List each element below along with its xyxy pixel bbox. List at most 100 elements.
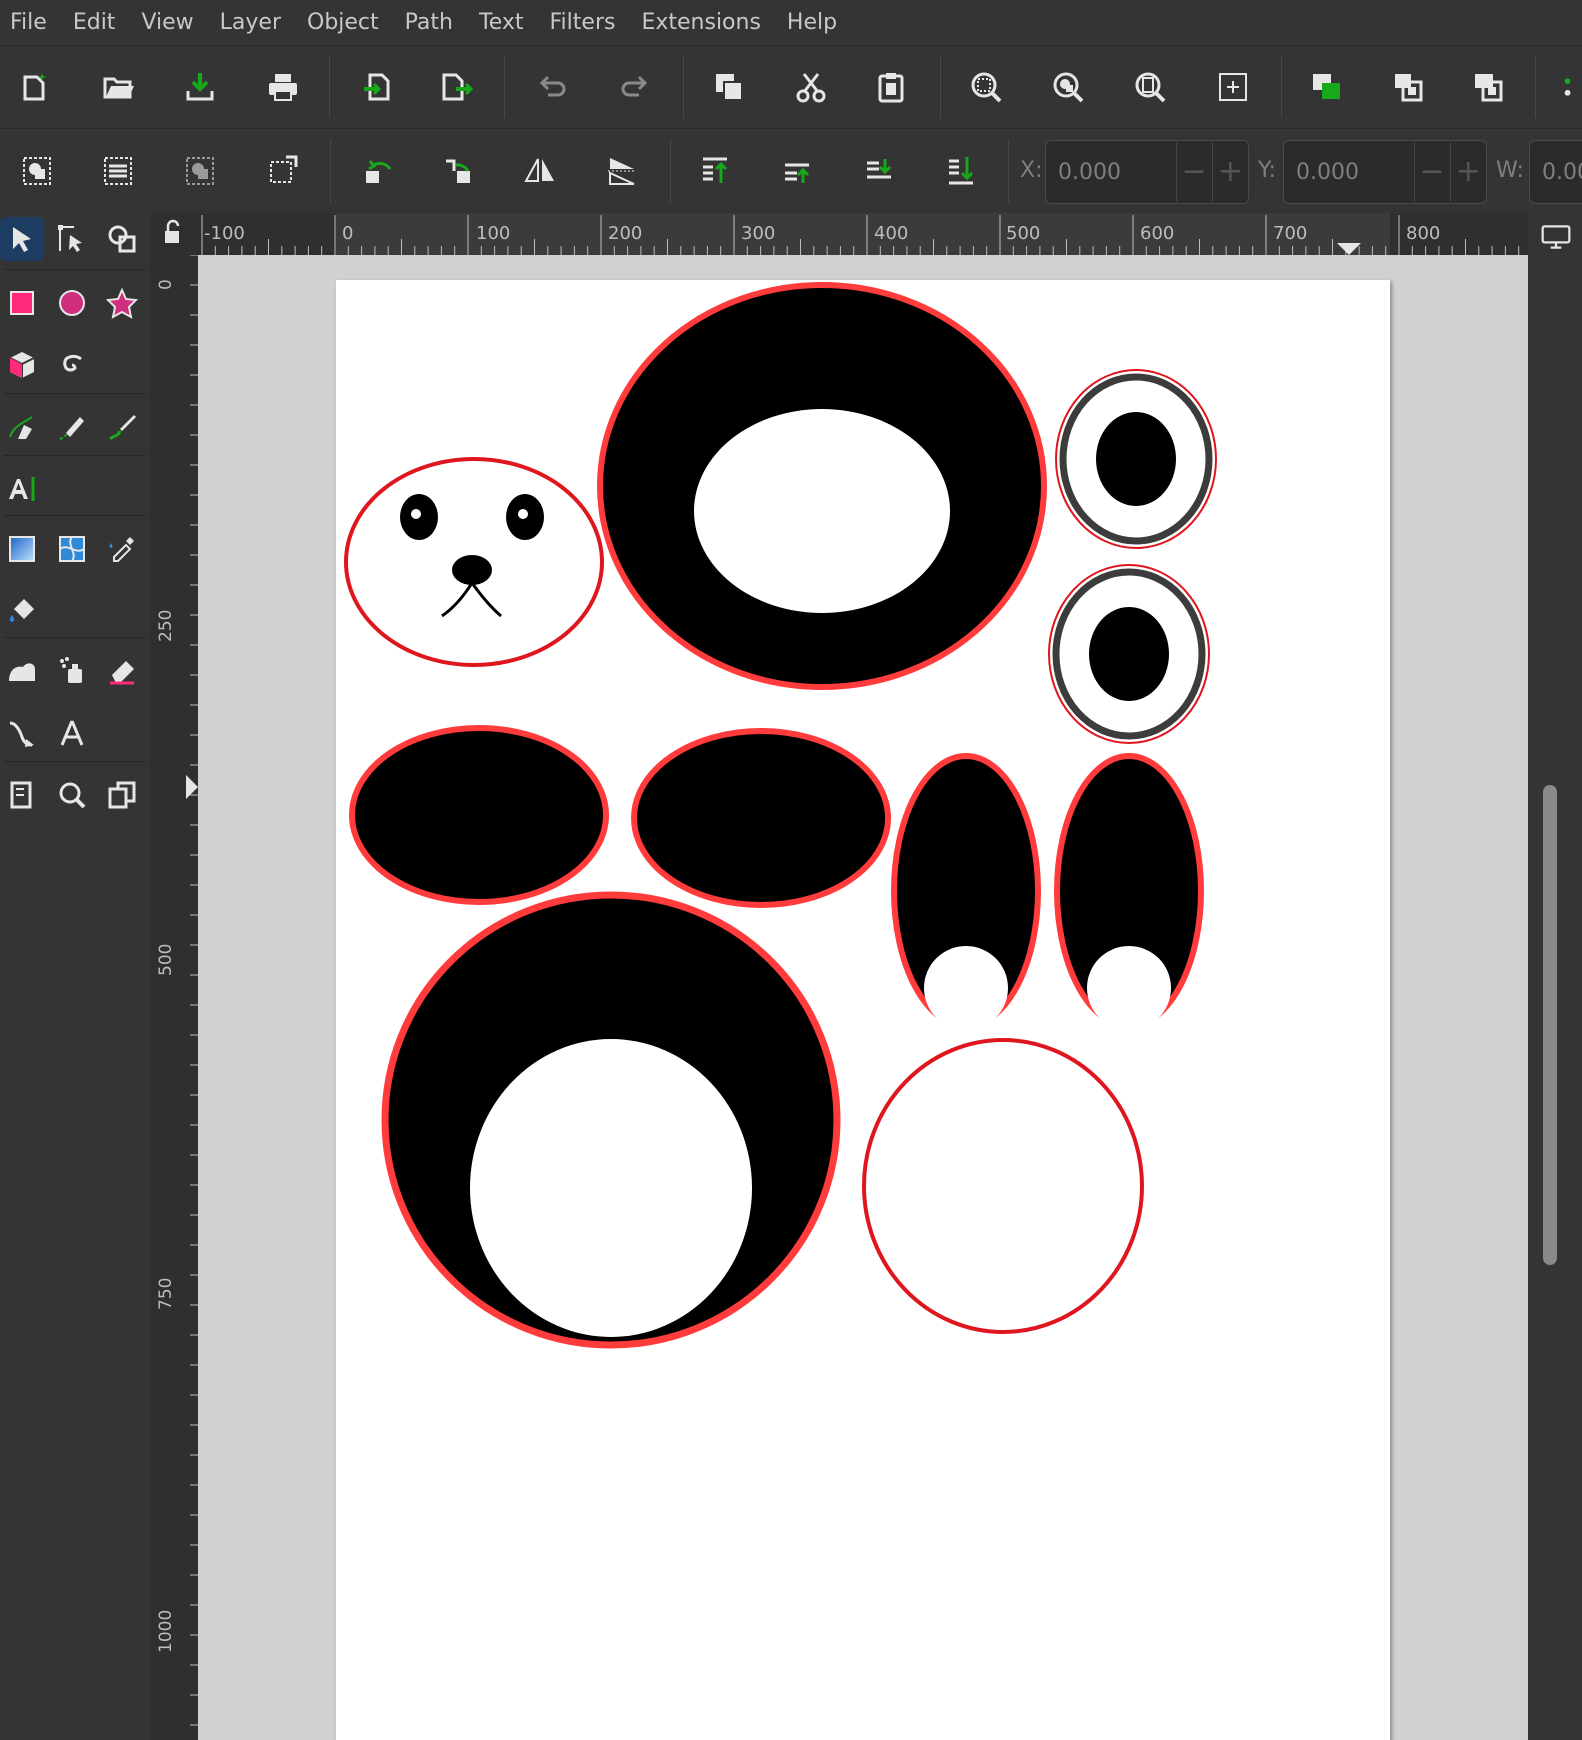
deselect-button[interactable] [178, 149, 222, 193]
select-all-layers-icon [104, 157, 132, 185]
select-all-layers-button[interactable] [96, 149, 140, 193]
cut-button[interactable] [789, 65, 833, 109]
calligraphy-tool[interactable] [100, 405, 144, 449]
x-increment[interactable]: + [1211, 142, 1248, 202]
x-field[interactable]: 0.000 − + [1045, 140, 1249, 204]
y-increment[interactable]: + [1449, 142, 1486, 202]
menu-view[interactable]: View [131, 0, 209, 45]
select-all-button[interactable] [15, 149, 59, 193]
paste-button[interactable] [869, 65, 913, 109]
zoom-fit-button[interactable] [1211, 65, 1255, 109]
rotate-ccw-button[interactable] [356, 149, 400, 193]
tweak-objects-tool[interactable] [0, 649, 44, 693]
print-button[interactable] [261, 65, 305, 109]
open-button[interactable] [96, 65, 140, 109]
save-button[interactable] [178, 65, 222, 109]
lower-to-bottom-button[interactable] [939, 149, 983, 193]
zoom-selection-button[interactable] [964, 65, 1008, 109]
export-button[interactable] [434, 65, 478, 109]
cut-icon [796, 73, 826, 103]
3d-box-tool[interactable] [0, 343, 44, 387]
face-shape[interactable] [344, 457, 604, 667]
shape-builder-icon [108, 225, 136, 253]
paint-bucket-tool[interactable] [0, 589, 44, 633]
zoom-page-button[interactable] [1128, 65, 1172, 109]
menu-text[interactable]: Text [469, 0, 540, 45]
tweak-tool[interactable] [100, 217, 144, 261]
node-tool[interactable] [50, 217, 94, 261]
ruler-position-marker-icon [1337, 243, 1361, 255]
menu-path[interactable]: Path [395, 0, 469, 45]
redo-icon [621, 75, 648, 97]
lower-button[interactable] [857, 149, 901, 193]
ear-shape[interactable] [631, 728, 891, 908]
zoom-tool[interactable] [50, 773, 94, 817]
pen-tool[interactable] [0, 405, 44, 449]
ear-shape[interactable] [349, 725, 609, 905]
connector-icon [9, 721, 34, 747]
y-decrement[interactable]: − [1413, 142, 1450, 202]
tweak-icon [9, 663, 35, 681]
ellipse-tool[interactable] [50, 281, 94, 325]
canvas-area[interactable] [198, 255, 1528, 1740]
ungroup-icon [1395, 74, 1423, 102]
measure-tool[interactable] [50, 711, 94, 755]
duplicate-button[interactable] [707, 65, 751, 109]
menu-layer[interactable]: Layer [210, 0, 297, 45]
menu-file[interactable]: File [0, 0, 63, 45]
menu-help[interactable]: Help [777, 0, 853, 45]
eye-ring-shape[interactable] [1048, 564, 1210, 744]
more-commands-button[interactable] [1556, 65, 1582, 109]
spray-tool[interactable] [50, 649, 94, 693]
vertical-scrollbar-thumb[interactable] [1543, 785, 1557, 1265]
x-decrement[interactable]: − [1175, 142, 1212, 202]
rotate-cw-button[interactable] [436, 149, 480, 193]
mesh-tool[interactable] [50, 527, 94, 571]
w-field[interactable]: 0.00 [1529, 140, 1582, 204]
text-tool[interactable] [0, 467, 44, 511]
lock-guides-icon[interactable] [150, 213, 198, 255]
touch-select-button[interactable] [260, 149, 304, 193]
display-mode-icon[interactable] [1540, 221, 1572, 253]
menu-filters[interactable]: Filters [540, 0, 632, 45]
empty-circle-shape[interactable] [862, 1038, 1144, 1334]
separator [4, 269, 146, 270]
gradient-tool[interactable] [0, 527, 44, 571]
undo-button[interactable] [530, 65, 574, 109]
horizontal-ruler[interactable]: -100 0 100 200 300 400 500 600 700 800 [198, 213, 1528, 256]
spiral-tool[interactable] [50, 343, 94, 387]
separator [1008, 139, 1009, 203]
group-button[interactable] [1304, 65, 1348, 109]
vertical-ruler[interactable]: 0 250 500 750 1000 [150, 255, 199, 1740]
flip-vertical-button[interactable] [600, 149, 644, 193]
lpe-tool[interactable] [100, 773, 144, 817]
flip-horizontal-button[interactable] [518, 149, 562, 193]
eraser-tool[interactable] [100, 649, 144, 693]
body-shape[interactable] [381, 891, 841, 1349]
raise-to-top-button[interactable] [693, 149, 737, 193]
raise-button[interactable] [775, 149, 819, 193]
menu-edit[interactable]: Edit [63, 0, 132, 45]
eye-ring-shape[interactable] [1055, 369, 1217, 549]
lower-icon [867, 159, 892, 179]
ungroup-button[interactable] [1386, 65, 1430, 109]
y-field[interactable]: 0.000 − + [1283, 140, 1487, 204]
head-ring-shape[interactable] [597, 282, 1047, 690]
new-document-button[interactable] [12, 65, 56, 109]
import-button[interactable] [356, 65, 400, 109]
foot-shape[interactable] [891, 753, 1041, 1030]
rectangle-tool[interactable] [0, 281, 44, 325]
zoom-drawing-button[interactable] [1046, 65, 1090, 109]
pencil-tool[interactable] [50, 405, 94, 449]
pages-tool[interactable] [0, 773, 44, 817]
menu-object[interactable]: Object [297, 0, 395, 45]
connector-tool[interactable] [0, 711, 44, 755]
selector-tool[interactable] [0, 217, 44, 261]
redo-button[interactable] [613, 65, 657, 109]
star-tool[interactable] [100, 281, 144, 325]
dropper-tool[interactable] [100, 527, 144, 571]
menu-extensions[interactable]: Extensions [631, 0, 776, 45]
clone-button[interactable] [1466, 65, 1510, 109]
foot-shape[interactable] [1054, 753, 1204, 1030]
zoom-selection-icon [971, 72, 1002, 103]
